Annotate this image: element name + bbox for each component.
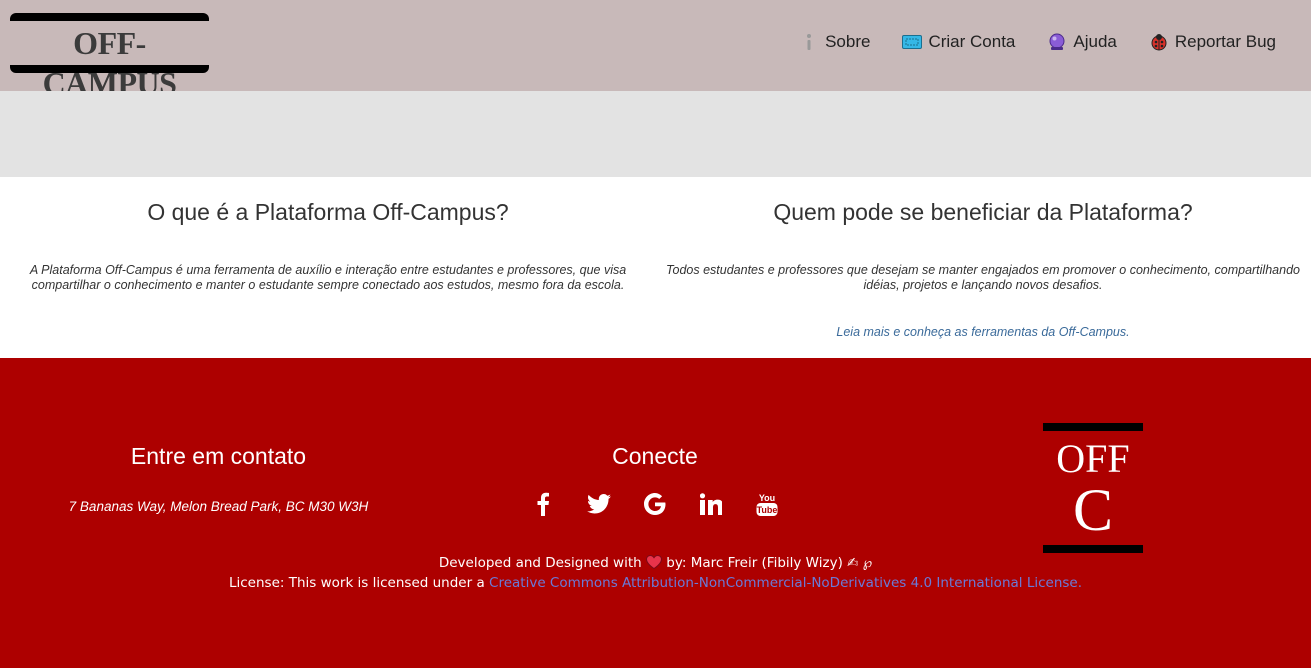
audience-text: Todos estudantes e professores que desej… xyxy=(666,263,1300,292)
read-more-link[interactable]: Leia mais e conheça as ferramentas da Of… xyxy=(660,325,1306,339)
nav-item-sobre[interactable]: Sobre xyxy=(799,32,870,52)
heart-icon xyxy=(645,554,663,571)
nav-item-label: Sobre xyxy=(825,32,871,51)
footer-logo-bar-top xyxy=(1043,423,1143,431)
footer-logo: OFF C xyxy=(1043,423,1143,553)
audience-section: Quem pode se beneficiar da Plataforma? T… xyxy=(660,177,1306,339)
footer: Entre em contato 7 Bananas Way, Melon Br… xyxy=(0,358,1311,668)
license-prefix: License: This work is licensed under a xyxy=(228,575,485,591)
youtube-icon[interactable]: You Tube xyxy=(755,491,779,517)
main-nav: Sobre Criar Conta Ajuda Reportar Bug xyxy=(767,30,1276,54)
ladybug-icon xyxy=(1149,32,1169,52)
credit-suffix: by: Marc Freir (Fibily Wizy) ✍ ℘ xyxy=(666,555,873,571)
footer-logo-bar-bottom xyxy=(1043,545,1143,553)
connect-section: Conecte You Tube xyxy=(505,443,805,517)
about-text: A Plataforma Off-Campus é uma ferramenta… xyxy=(29,263,627,292)
nav-item-label: Criar Conta xyxy=(928,32,1016,51)
contact-section: Entre em contato 7 Bananas Way, Melon Br… xyxy=(20,443,417,514)
linkedin-icon[interactable] xyxy=(699,491,723,517)
nav-item-reportar-bug[interactable]: Reportar Bug xyxy=(1149,32,1276,52)
credits-line: Developed and Designed with by: Marc Fre… xyxy=(0,553,1311,573)
about-section: O que é a Plataforma Off-Campus? A Plata… xyxy=(10,177,646,293)
ticket-icon xyxy=(902,32,923,52)
svg-text:Tube: Tube xyxy=(757,505,778,515)
nav-item-label: Reportar Bug xyxy=(1174,32,1276,51)
facebook-icon[interactable] xyxy=(531,491,555,517)
contact-title: Entre em contato xyxy=(130,443,307,469)
info-icon xyxy=(799,32,819,52)
about-title: O que é a Plataforma Off-Campus? xyxy=(147,199,509,225)
svg-text:You: You xyxy=(759,493,775,503)
social-links: You Tube xyxy=(505,491,805,517)
header: OFF-CAMPUS Sobre Criar Conta Ajuda Repor… xyxy=(0,0,1311,101)
site-logo[interactable]: OFF-CAMPUS xyxy=(10,13,209,101)
license-link[interactable]: Creative Commons Attribution-NonCommerci… xyxy=(489,575,1082,591)
credit-prefix: Developed and Designed with xyxy=(438,555,642,571)
nav-item-label: Ajuda xyxy=(1073,32,1117,51)
contact-address: 7 Bananas Way, Melon Bread Park, BC M30 … xyxy=(68,499,369,514)
logo-bar-bottom xyxy=(10,65,209,73)
credits: Developed and Designed with by: Marc Fre… xyxy=(0,553,1311,593)
nav-item-ajuda[interactable]: Ajuda xyxy=(1047,32,1117,52)
google-icon[interactable] xyxy=(643,491,667,517)
footer-logo-line1: OFF xyxy=(1056,436,1130,481)
crystal-ball-icon xyxy=(1047,32,1067,52)
logo-bar-top xyxy=(10,13,209,21)
connect-title: Conecte xyxy=(612,443,698,469)
nav-item-criar-conta[interactable]: Criar Conta xyxy=(902,32,1015,52)
footer-logo-line2: C xyxy=(1072,477,1114,543)
license-line: License: This work is licensed under a C… xyxy=(0,573,1311,593)
audience-title: Quem pode se beneficiar da Plataforma? xyxy=(773,199,1193,225)
hero-band xyxy=(0,91,1311,177)
twitter-icon[interactable] xyxy=(587,491,611,517)
